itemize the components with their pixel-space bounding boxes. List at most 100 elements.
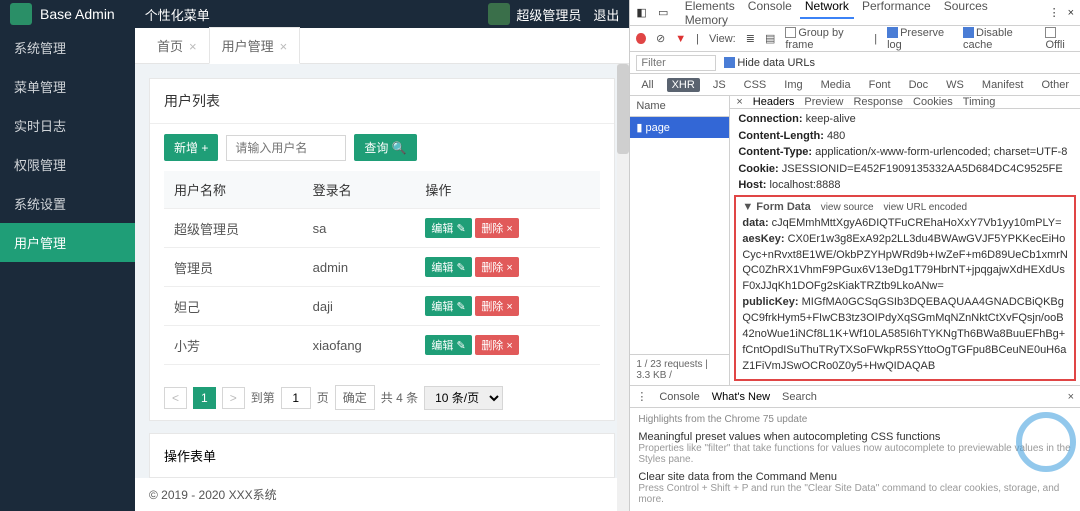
- view-large-icon[interactable]: ▤: [765, 32, 775, 45]
- pager-goto-input[interactable]: [281, 387, 311, 409]
- detail-preview[interactable]: Preview: [804, 96, 843, 108]
- sidebar-item-log[interactable]: 实时日志: [0, 106, 135, 145]
- dt-tab-network[interactable]: Network: [800, 0, 854, 19]
- tab-user[interactable]: 用户管理×: [209, 27, 301, 64]
- sidebar-item-system[interactable]: 系统管理: [0, 28, 135, 67]
- filter-icon[interactable]: ▼: [675, 33, 686, 45]
- user-avatar[interactable]: [488, 3, 510, 25]
- delete-button[interactable]: 删除 ×: [475, 257, 518, 277]
- pager-prev[interactable]: <: [164, 387, 187, 409]
- type-other[interactable]: Other: [1036, 78, 1074, 92]
- detail-response[interactable]: Response: [853, 96, 903, 108]
- footer-copyright: © 2019 - 2020 XXX系统: [135, 478, 629, 511]
- pager-size-select[interactable]: 10 条/页: [424, 386, 503, 410]
- col-ops: 操作: [415, 171, 600, 209]
- drawer-tab-whatsnew[interactable]: What's New: [712, 391, 770, 403]
- devtools-more-icon[interactable]: ⋮: [1049, 6, 1060, 19]
- devtools-close-icon[interactable]: ×: [1068, 7, 1074, 19]
- drawer-tab-console[interactable]: Console: [659, 391, 699, 403]
- user-role[interactable]: 超级管理员: [516, 5, 581, 24]
- type-all[interactable]: All: [636, 78, 658, 92]
- offline-checkbox[interactable]: [1045, 27, 1056, 38]
- type-doc[interactable]: Doc: [904, 78, 934, 92]
- top-menu-personal[interactable]: 个性化菜单: [145, 5, 210, 24]
- network-name-col: Name: [630, 96, 729, 117]
- devtools-inspect-icon[interactable]: ▭: [658, 6, 672, 20]
- preserve-checkbox[interactable]: [887, 27, 898, 38]
- edit-button[interactable]: 编辑 ✎: [425, 296, 471, 316]
- header-row: Host: localhost:8888: [738, 177, 1072, 191]
- table-row: 妲己daji编辑 ✎ 删除 ×: [164, 287, 600, 326]
- view-source-link[interactable]: view source: [821, 202, 874, 213]
- view-url-encoded-link[interactable]: view URL encoded: [884, 202, 968, 213]
- col-login: 登录名: [303, 171, 416, 209]
- header-row: Cookie: JSESSIONID=E452F1909135332AA5D68…: [738, 161, 1072, 178]
- type-js[interactable]: JS: [708, 78, 731, 92]
- logout-link[interactable]: 退出: [593, 5, 619, 24]
- search-icon: 🔍: [392, 141, 407, 155]
- delete-button[interactable]: 删除 ×: [475, 218, 518, 238]
- clear-icon[interactable]: ⊘: [656, 32, 665, 45]
- detail-cookies[interactable]: Cookies: [913, 96, 953, 108]
- drawer-tab-search[interactable]: Search: [782, 391, 817, 403]
- type-xhr[interactable]: XHR: [667, 78, 700, 92]
- table-row: 管理员admin编辑 ✎ 删除 ×: [164, 248, 600, 287]
- group-checkbox[interactable]: [785, 27, 796, 38]
- scrollbar[interactable]: [617, 64, 629, 511]
- form-data-row: data: cJqEMmhMttXgyA6DIQTFuCREhaHoXxY7Vb…: [742, 216, 1068, 232]
- edit-button[interactable]: 编辑 ✎: [425, 218, 471, 238]
- detail-close[interactable]: ×: [736, 96, 742, 108]
- close-icon[interactable]: ×: [280, 39, 288, 54]
- form-data-row: aesKey: CX0Er1w3g8ExA92p2LL3du4BWAwGVJF5…: [742, 232, 1068, 296]
- table-row: 小芳xiaofang编辑 ✎ 删除 ×: [164, 326, 600, 365]
- add-button[interactable]: 新增 +: [164, 134, 218, 161]
- type-img[interactable]: Img: [779, 78, 807, 92]
- pager-page-1[interactable]: 1: [193, 387, 216, 409]
- disable-cache-checkbox[interactable]: [963, 27, 974, 38]
- dt-tab-performance[interactable]: Performance: [857, 0, 936, 17]
- username-input[interactable]: [226, 135, 346, 161]
- header-row: Content-Length: 480: [738, 128, 1072, 145]
- type-ws[interactable]: WS: [941, 78, 969, 92]
- tab-home[interactable]: 首页×: [145, 28, 209, 63]
- form-data-section[interactable]: Form Data: [756, 201, 810, 213]
- chrome-logo: [1016, 412, 1076, 472]
- header-row: Connection: keep-alive: [738, 111, 1072, 128]
- detail-headers[interactable]: Headers: [753, 96, 795, 108]
- edit-button[interactable]: 编辑 ✎: [425, 257, 471, 277]
- close-icon[interactable]: ×: [189, 39, 197, 54]
- sidebar-item-user[interactable]: 用户管理: [0, 223, 135, 262]
- devtools-dock-icon[interactable]: ◧: [636, 6, 650, 20]
- hide-urls-checkbox[interactable]: [724, 57, 735, 68]
- sidebar-item-menu[interactable]: 菜单管理: [0, 67, 135, 106]
- card-title: 用户列表: [150, 79, 614, 124]
- network-filter-input[interactable]: [636, 55, 716, 71]
- delete-button[interactable]: 删除 ×: [475, 296, 518, 316]
- network-request-row[interactable]: ▮ page: [630, 117, 729, 138]
- sidebar-item-perm[interactable]: 权限管理: [0, 145, 135, 184]
- col-name: 用户名称: [164, 171, 303, 209]
- record-icon[interactable]: [636, 33, 646, 44]
- search-button[interactable]: 查询 🔍: [354, 134, 416, 161]
- ops-card-title: 操作表单: [149, 433, 615, 478]
- delete-button[interactable]: 删除 ×: [475, 335, 518, 355]
- type-css[interactable]: CSS: [739, 78, 772, 92]
- edit-button[interactable]: 编辑 ✎: [425, 335, 471, 355]
- sidebar-item-settings[interactable]: 系统设置: [0, 184, 135, 223]
- view-list-icon[interactable]: ≣: [746, 32, 755, 45]
- dt-tab-console[interactable]: Console: [743, 0, 797, 17]
- type-font[interactable]: Font: [864, 78, 896, 92]
- dt-tab-sources[interactable]: Sources: [939, 0, 993, 17]
- plus-icon: +: [201, 141, 208, 155]
- pager-ok[interactable]: 确定: [335, 385, 375, 410]
- type-manifest[interactable]: Manifest: [977, 78, 1029, 92]
- type-media[interactable]: Media: [816, 78, 856, 92]
- table-row: 超级管理员sa编辑 ✎ 删除 ×: [164, 209, 600, 248]
- pager-next[interactable]: >: [222, 387, 245, 409]
- form-data-row: publicKey: MIGfMA0GCSqGSIb3DQEBAQUAA4GNA…: [742, 295, 1068, 375]
- brand: Base Admin: [40, 6, 115, 22]
- detail-timing[interactable]: Timing: [963, 96, 996, 108]
- drawer-more-icon[interactable]: ⋮: [636, 390, 647, 403]
- drawer-close-icon[interactable]: ×: [1068, 391, 1074, 403]
- app-logo: [10, 3, 32, 25]
